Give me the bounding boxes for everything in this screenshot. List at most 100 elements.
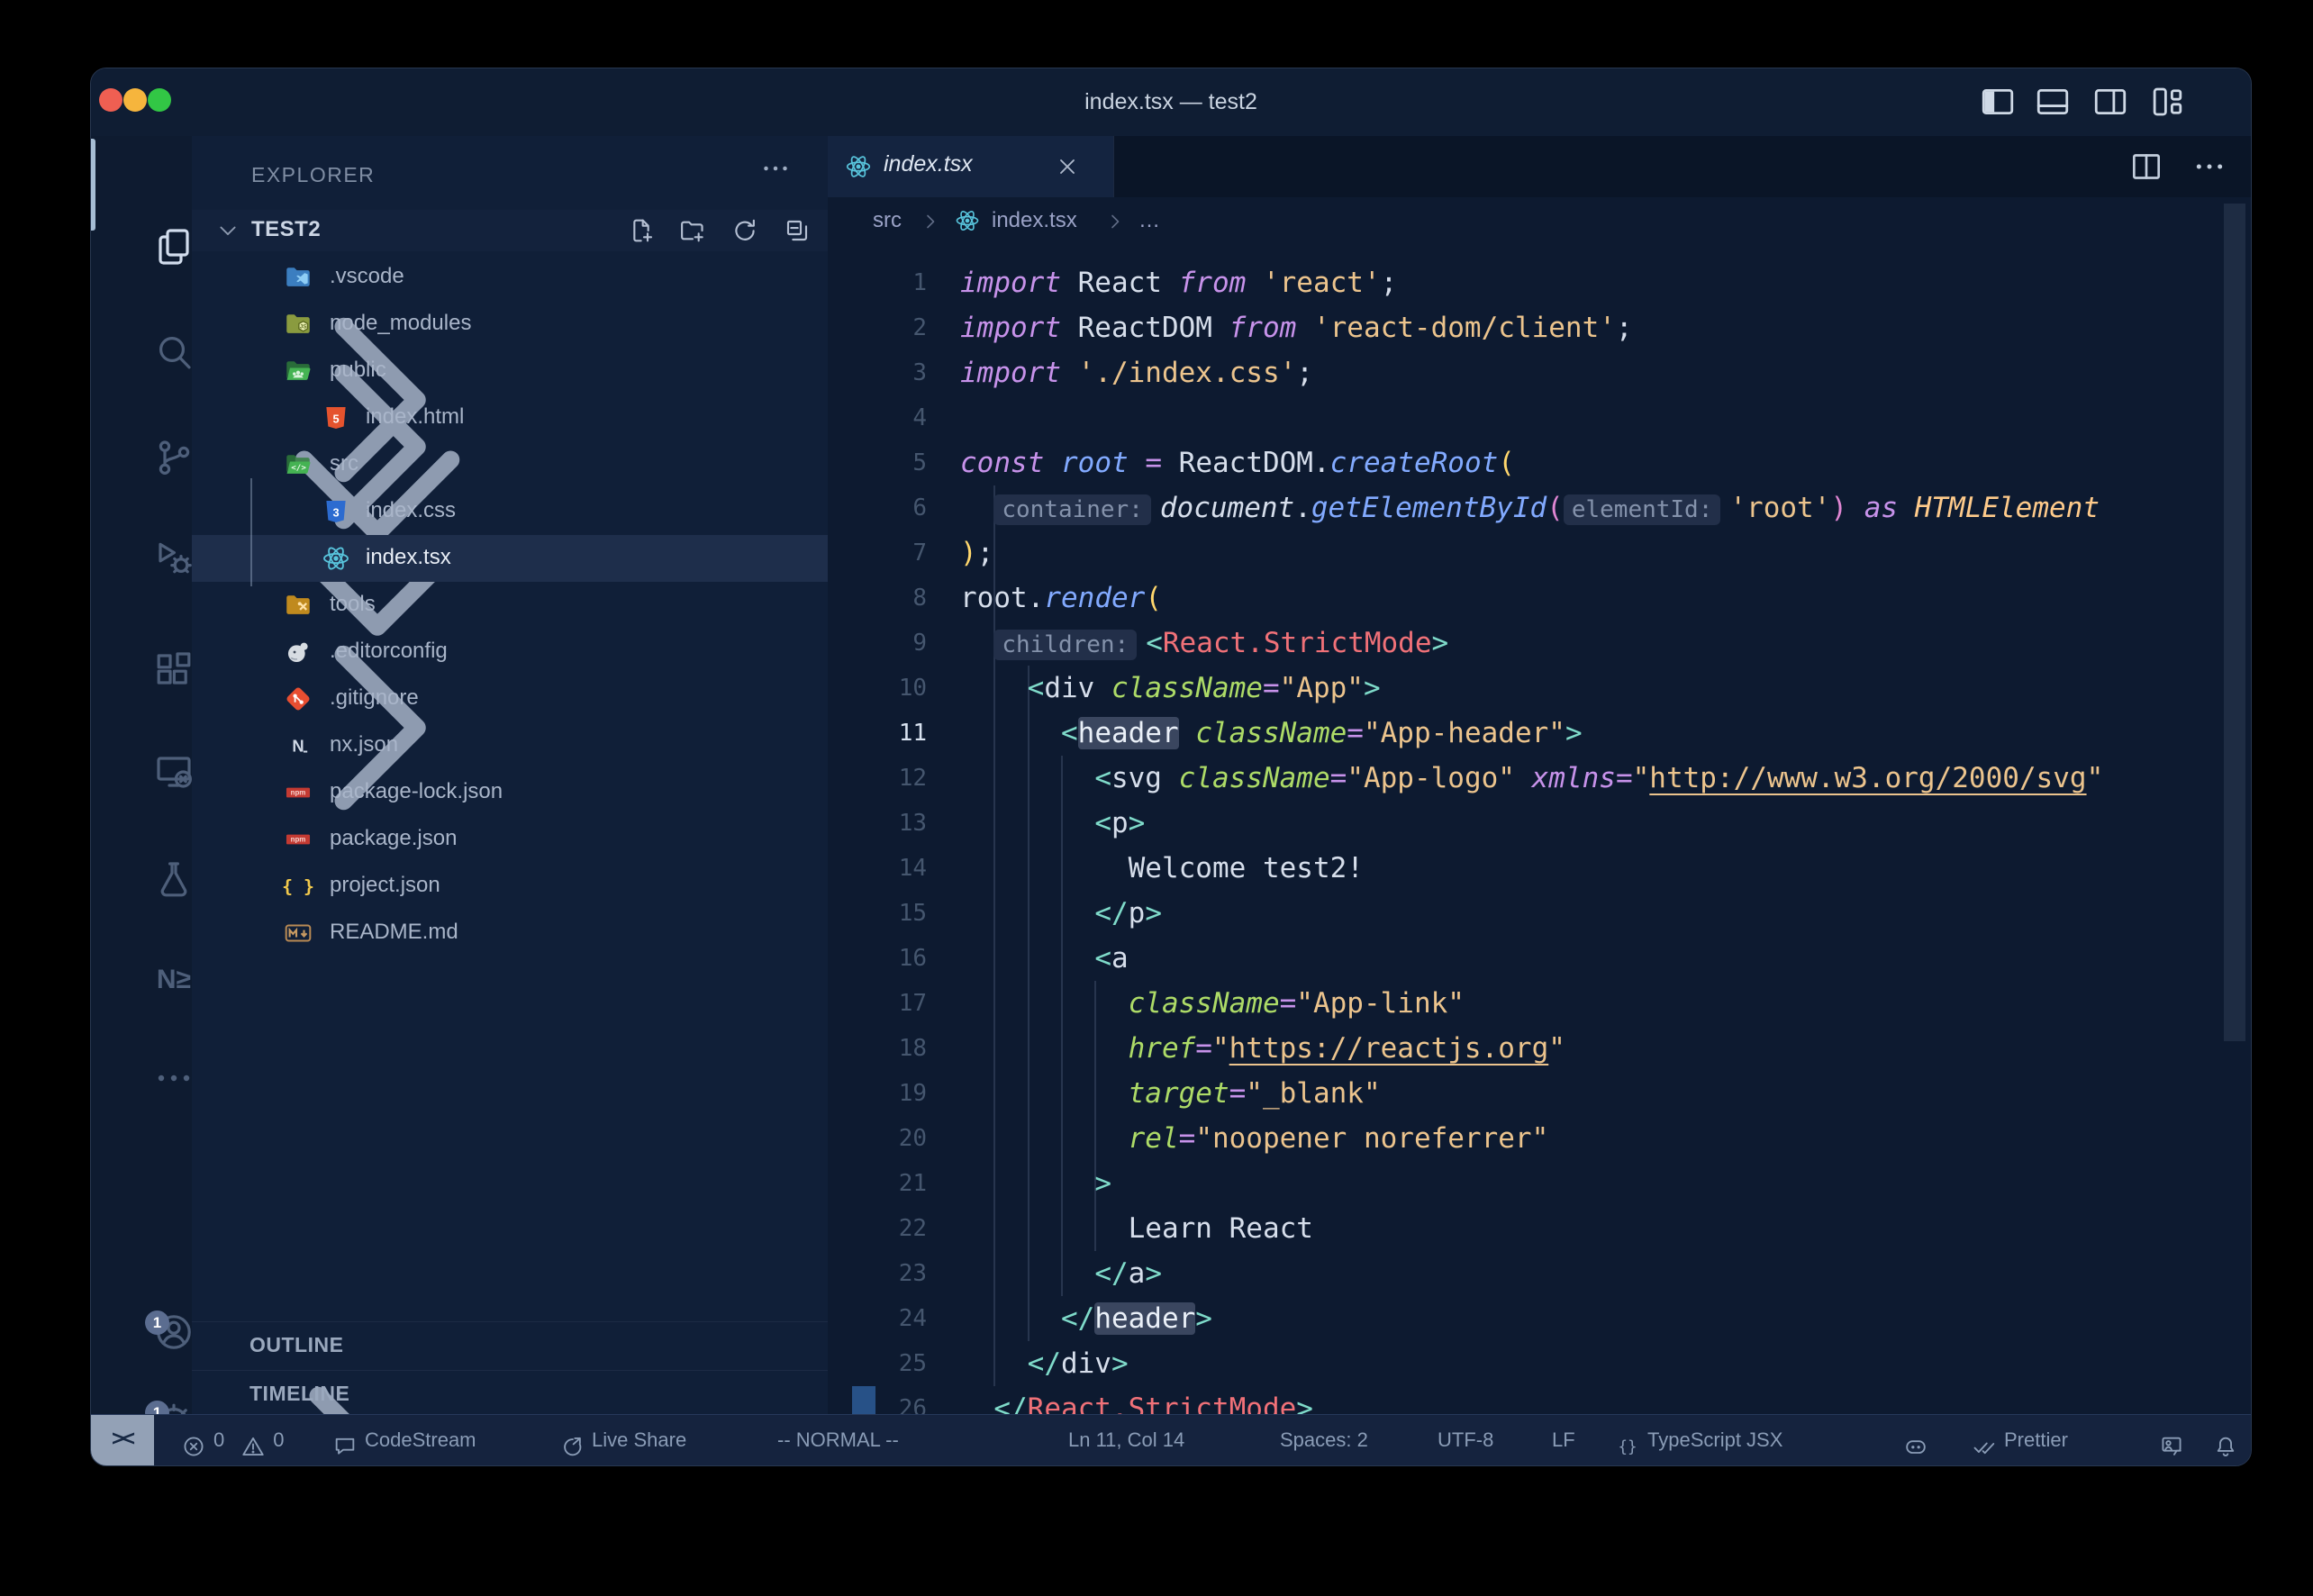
code-token <box>960 1032 1129 1065</box>
code-token: 'react' <box>1263 267 1381 299</box>
activity-item-extensions[interactable] <box>91 602 192 688</box>
collapse-all-icon[interactable] <box>783 216 812 245</box>
remote-indicator[interactable]: >< <box>91 1415 154 1465</box>
more-actions-icon[interactable] <box>759 152 792 185</box>
code-token: div <box>1044 672 1094 704</box>
statusbar-eol[interactable]: LF <box>1552 1415 1575 1465</box>
sidebar-item-index.html[interactable]: 5index.html <box>192 394 828 441</box>
new-folder-icon[interactable] <box>678 216 707 245</box>
sidebar-item-public[interactable]: public <box>192 348 828 394</box>
sidebar-item-tools[interactable]: tools <box>192 582 828 629</box>
activity-item-run-debug[interactable] <box>91 490 192 576</box>
code-line: 24 </header> <box>828 1296 2251 1341</box>
sidebar-item-.editorconfig[interactable]: .editorconfig <box>192 629 828 676</box>
statusbar-encoding[interactable]: UTF-8 <box>1438 1415 1493 1465</box>
html-file-icon: 5 <box>321 403 351 433</box>
panel-right-icon[interactable] <box>2091 83 2129 121</box>
sidebar-item-index.tsx[interactable]: index.tsx <box>192 535 828 582</box>
tab-index-tsx[interactable]: index.tsx <box>828 136 1114 197</box>
activity-item-explorer[interactable] <box>91 178 192 265</box>
file-label: README.md <box>330 920 458 945</box>
code-text: const root = ReactDOM.createRoot( <box>960 440 1515 485</box>
activity-item-source-control[interactable] <box>91 389 192 476</box>
activity-item-remote-explorer[interactable] <box>91 703 192 790</box>
sidebar-item-project.json[interactable]: { }project.json <box>192 863 828 910</box>
line-number: 15 <box>828 891 927 936</box>
statusbar-language-mode[interactable]: {}TypeScript JSX <box>1615 1415 1782 1465</box>
code-line: 2import ReactDOM from 'react-dom/client'… <box>828 305 2251 350</box>
line-number: 1 <box>828 260 927 305</box>
activity-bar: N≥11 <box>91 136 192 1415</box>
breadcrumb-item-file[interactable]: index.tsx <box>992 208 1077 233</box>
statusbar-formatter[interactable]: Prettier <box>1972 1415 2068 1465</box>
sidebar-item-package-lock.json[interactable]: npmpackage-lock.json <box>192 769 828 816</box>
close-icon[interactable] <box>1055 154 1080 179</box>
code-token <box>960 897 1094 929</box>
panel-label: OUTLINE <box>249 1333 343 1357</box>
code-token: import <box>960 312 1061 344</box>
activity-item-search[interactable] <box>91 284 192 370</box>
statusbar-indentation[interactable]: Spaces: 2 <box>1280 1415 1368 1465</box>
code-line: 20 rel="noopener noreferrer" <box>828 1116 2251 1161</box>
sidebar-item-.vscode[interactable]: .vscode <box>192 254 828 301</box>
activity-item-accounts[interactable]: 1 <box>91 1264 192 1350</box>
code-token: < <box>1094 807 1111 839</box>
statusbar-copilot[interactable] <box>1903 1415 1936 1465</box>
code-token: = <box>1347 717 1364 749</box>
statusbar-label: Live Share <box>592 1428 686 1451</box>
new-file-icon[interactable] <box>628 216 657 245</box>
activity-item-testing[interactable] <box>91 812 192 898</box>
statusbar-codestream[interactable]: CodeStream <box>332 1415 476 1465</box>
statusbar-vim-mode[interactable]: -- NORMAL -- <box>777 1415 899 1465</box>
panel-bottom-icon[interactable] <box>2034 83 2072 121</box>
sidebar-item-src[interactable]: </>src <box>192 441 828 488</box>
panel-header-outline[interactable]: OUTLINE <box>192 1321 828 1369</box>
css-file-icon: 3 <box>321 496 351 527</box>
line-number: 17 <box>828 981 927 1026</box>
code-token: > <box>1364 672 1381 704</box>
code-token: ( <box>1498 447 1515 479</box>
section-header-test2[interactable]: TEST2 <box>192 210 828 251</box>
statusbar-problems[interactable]: 00 <box>181 1415 285 1465</box>
code-token: './index.css' <box>1078 357 1297 389</box>
sidebar-item-node_modules[interactable]: JSnode_modules <box>192 301 828 348</box>
breadcrumb-item-src[interactable]: src <box>873 208 902 233</box>
gutter-decoration <box>852 1386 875 1415</box>
sidebar-item-index.css[interactable]: 3index.css <box>192 488 828 535</box>
activity-item-nx-console[interactable]: N≥ <box>91 911 192 997</box>
code-token: < <box>1094 762 1111 794</box>
code-token <box>1061 357 1078 389</box>
statusbar-feedback[interactable] <box>2159 1415 2191 1465</box>
sidebar-item-package.json[interactable]: npmpackage.json <box>192 816 828 863</box>
code-token <box>960 807 1094 839</box>
code-area[interactable]: 1import React from 'react';2import React… <box>828 247 2251 1415</box>
refresh-icon[interactable] <box>730 216 759 245</box>
code-token: > <box>1145 1257 1162 1290</box>
code-token: createRoot <box>1330 447 1499 479</box>
sidebar-item-.gitignore[interactable]: .gitignore <box>192 676 828 722</box>
activity-item-more-views[interactable] <box>91 1010 192 1096</box>
code-line: 13 <p> <box>828 801 2251 846</box>
layout-customize-icon[interactable] <box>2149 83 2187 121</box>
split-editor-icon[interactable] <box>2128 149 2164 185</box>
code-text: href="https://reactjs.org" <box>960 1026 1565 1071</box>
git-file-icon <box>283 684 313 714</box>
breadcrumb-item-symbol[interactable]: … <box>1138 208 1160 233</box>
editor-scrollbar[interactable] <box>2224 204 2245 1041</box>
sidebar-item-nx.json[interactable]: Nnx.json <box>192 722 828 769</box>
svg-text:3: 3 <box>332 505 339 519</box>
sidebar-item-README.md[interactable]: README.md <box>192 910 828 957</box>
editorconfig-file-icon <box>283 637 313 667</box>
code-token <box>960 852 1129 884</box>
statusbar-cursor-position[interactable]: Ln 11, Col 14 <box>1068 1415 1184 1465</box>
panel-header-timeline[interactable]: TIMELINE <box>192 1370 828 1418</box>
code-token <box>960 627 993 659</box>
panel-left-icon[interactable] <box>1979 83 2017 121</box>
more-actions-icon[interactable] <box>2191 149 2227 185</box>
code-token <box>1044 447 1061 479</box>
code-line: 21 > <box>828 1161 2251 1206</box>
line-number: 25 <box>828 1341 927 1386</box>
statusbar-notifications[interactable] <box>2213 1415 2245 1465</box>
statusbar-live-share[interactable]: Live Share <box>559 1415 686 1465</box>
code-token: 'react-dom/client' <box>1313 312 1616 344</box>
